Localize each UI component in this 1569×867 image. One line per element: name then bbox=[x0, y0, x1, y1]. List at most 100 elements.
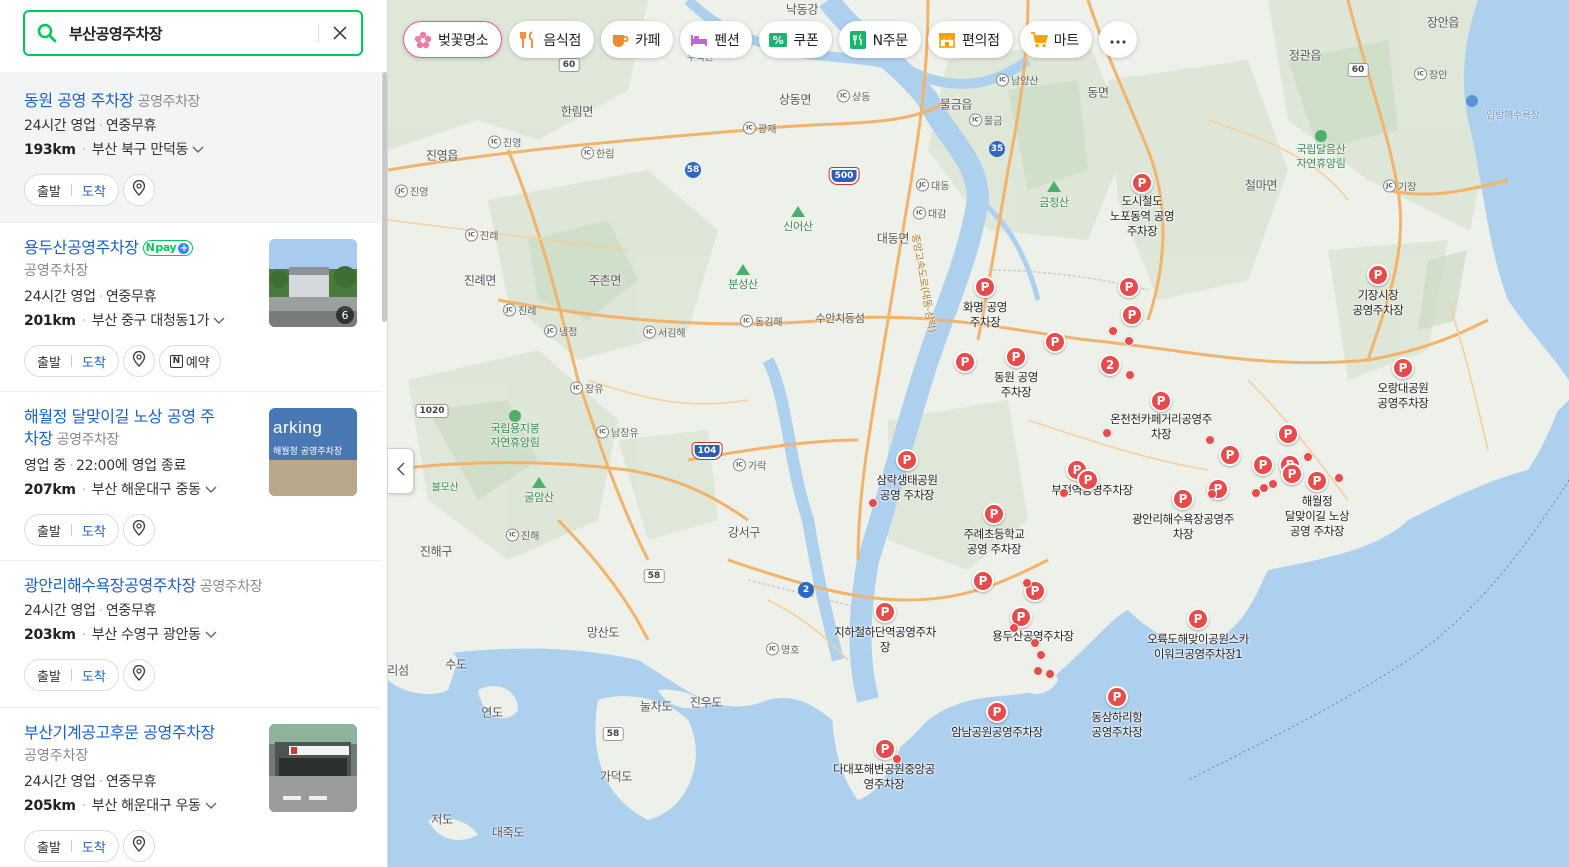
route-button[interactable]: 출발 도착 bbox=[24, 174, 119, 206]
parking-dot[interactable] bbox=[1030, 638, 1040, 648]
result-distance-row[interactable]: 203km · 부산 수영구 광안동 bbox=[24, 625, 357, 645]
parking-pin[interactable]: P bbox=[983, 503, 1005, 525]
parking-pin[interactable]: P bbox=[986, 701, 1008, 723]
parking-dot[interactable] bbox=[868, 498, 878, 508]
parking-pin[interactable]: P bbox=[1106, 686, 1128, 708]
cluster-pin[interactable]: 2 bbox=[1099, 354, 1121, 376]
result-item[interactable]: 동원 공영 주차장 공영주차장 24시간 영업 · 연중무휴 193km · 부산 북구 … bbox=[0, 72, 381, 223]
result-distance-row[interactable]: 207km · 부산 해운대구 중동 bbox=[24, 480, 241, 500]
map-pin-button[interactable] bbox=[122, 345, 155, 377]
result-photo[interactable] bbox=[269, 724, 357, 812]
map-pin-button[interactable] bbox=[122, 174, 155, 206]
parking-dot[interactable] bbox=[1033, 666, 1043, 676]
result-name-link[interactable]: 부산기계공고후문 공영주차장 bbox=[24, 723, 215, 742]
chip-convenience-store[interactable]: 편의점 bbox=[927, 21, 1013, 58]
chevron-down-icon[interactable] bbox=[192, 146, 204, 154]
result-item[interactable]: 해월정 달맞이길 노상 공영 주 차장 공영주차장 영업 중 · 22:00에 영업 종… bbox=[0, 392, 381, 561]
parking-dot[interactable] bbox=[1022, 578, 1032, 588]
parking-pin[interactable]: P bbox=[1131, 172, 1153, 194]
parking-dot[interactable] bbox=[1124, 336, 1134, 346]
list-scrollbar[interactable] bbox=[382, 72, 387, 322]
result-item[interactable]: 부산기계공고후문 공영주차장 공영주차장 24시간 영업 · 연중무휴 205km ·… bbox=[0, 708, 381, 867]
chip-cherry-blossom[interactable]: 벚꽃명소 bbox=[403, 21, 503, 58]
chip-mart[interactable]: 마트 bbox=[1019, 21, 1092, 58]
arrive-button[interactable]: 도착 bbox=[82, 666, 106, 685]
parking-dot[interactable] bbox=[1207, 489, 1217, 499]
chip-coupon[interactable]: % 쿠폰 bbox=[759, 21, 832, 58]
result-distance-row[interactable]: 193km · 부산 북구 만덕동 bbox=[24, 140, 357, 160]
parking-pin[interactable]: P bbox=[1219, 444, 1241, 466]
chevron-down-icon[interactable] bbox=[205, 486, 217, 494]
parking-pin[interactable]: P bbox=[1044, 331, 1066, 353]
result-photo[interactable]: 6 bbox=[269, 239, 357, 327]
map-pin-button[interactable] bbox=[122, 830, 155, 862]
parking-dot[interactable] bbox=[1102, 428, 1112, 438]
chip-cafe[interactable]: 카페 bbox=[601, 21, 674, 58]
map-pin-button[interactable] bbox=[122, 514, 155, 546]
result-name-link[interactable]: 동원 공영 주차장 bbox=[24, 91, 134, 110]
chevron-down-icon[interactable] bbox=[213, 317, 225, 325]
arrive-button[interactable]: 도착 bbox=[82, 181, 106, 200]
parking-dot[interactable] bbox=[1205, 435, 1215, 445]
route-button[interactable]: 출발 도착 bbox=[24, 830, 119, 862]
parking-pin[interactable]: P bbox=[874, 601, 896, 623]
parking-dot[interactable] bbox=[1009, 623, 1019, 633]
route-button[interactable]: 출발 도착 bbox=[24, 345, 119, 377]
parking-pin[interactable]: P bbox=[1277, 423, 1299, 445]
result-name-link[interactable]: 해월정 달맞이길 노상 공영 주 차장 bbox=[24, 407, 215, 448]
parking-dot[interactable] bbox=[1251, 488, 1261, 498]
map-pin-button[interactable] bbox=[122, 659, 155, 691]
parking-pin[interactable]: P bbox=[1121, 304, 1143, 326]
search-box[interactable]: 부산공영주차장 bbox=[23, 10, 363, 56]
route-button[interactable]: 출발 도착 bbox=[24, 659, 119, 691]
parking-pin[interactable]: P bbox=[1005, 346, 1027, 368]
result-name-link[interactable]: 광안리해수욕장공영주차장 bbox=[24, 576, 196, 595]
depart-button[interactable]: 출발 bbox=[37, 837, 61, 856]
arrive-button[interactable]: 도착 bbox=[82, 352, 106, 371]
parking-pin[interactable]: P bbox=[1392, 357, 1414, 379]
result-photo[interactable]: arking 해월정 공영주차장 bbox=[269, 408, 357, 496]
parking-pin[interactable]: P bbox=[1077, 469, 1099, 491]
parking-pin[interactable]: P bbox=[1306, 470, 1328, 492]
parking-dot[interactable] bbox=[1303, 452, 1313, 462]
parking-dot[interactable] bbox=[1108, 326, 1118, 336]
chip-restaurant[interactable]: 음식점 bbox=[509, 21, 595, 58]
parking-pin[interactable]: P bbox=[1252, 454, 1274, 476]
parking-dot[interactable] bbox=[1036, 650, 1046, 660]
parking-pin[interactable]: P bbox=[1281, 463, 1303, 485]
parking-dot[interactable] bbox=[1125, 370, 1135, 380]
depart-button[interactable]: 출발 bbox=[37, 181, 61, 200]
parking-dot[interactable] bbox=[1334, 473, 1344, 483]
parking-pin[interactable]: P bbox=[1118, 276, 1140, 298]
depart-button[interactable]: 출발 bbox=[37, 666, 61, 685]
parking-pin[interactable]: P bbox=[1172, 488, 1194, 510]
parking-dot[interactable] bbox=[1045, 669, 1055, 679]
result-item[interactable]: 광안리해수욕장공영주차장 공영주차장 24시간 영업 · 연중무휴 203km · 부산 … bbox=[0, 561, 381, 708]
chevron-down-icon[interactable] bbox=[205, 631, 217, 639]
chip-pension[interactable]: 펜션 bbox=[680, 21, 753, 58]
depart-button[interactable]: 출발 bbox=[37, 521, 61, 540]
close-icon[interactable] bbox=[319, 12, 361, 54]
parking-pin[interactable]: P bbox=[1187, 608, 1209, 630]
chevron-down-icon[interactable] bbox=[205, 802, 217, 810]
map-view[interactable]: 낙동강 우직산 상동면 한림면 진영읍 물금읍 동면 정관읍 장안읍 철마면 대… bbox=[388, 0, 1569, 867]
depart-button[interactable]: 출발 bbox=[37, 352, 61, 371]
parking-dot[interactable] bbox=[1268, 479, 1278, 489]
collapse-panel-button[interactable] bbox=[388, 448, 414, 494]
route-button[interactable]: 출발 도착 bbox=[24, 514, 119, 546]
search-input[interactable]: 부산공영주차장 bbox=[69, 23, 318, 44]
parking-pin[interactable]: P bbox=[974, 276, 996, 298]
parking-dot[interactable] bbox=[1059, 488, 1069, 498]
arrive-button[interactable]: 도착 bbox=[82, 837, 106, 856]
parking-pin[interactable]: P bbox=[972, 570, 994, 592]
arrive-button[interactable]: 도착 bbox=[82, 521, 106, 540]
parking-pin[interactable]: P bbox=[1150, 390, 1172, 412]
parking-dot[interactable] bbox=[892, 754, 902, 764]
result-item[interactable]: 용두산공영주차장 Npay + 공영주차장 24시간 영업 · 연중무휴 201km · 부… bbox=[0, 223, 381, 392]
parking-pin[interactable]: P bbox=[896, 449, 918, 471]
reserve-button[interactable]: N 예약 bbox=[158, 345, 221, 377]
result-name-link[interactable]: 용두산공영주차장 bbox=[24, 238, 139, 257]
parking-pin[interactable]: P bbox=[954, 351, 976, 373]
chip-n-order[interactable]: N주문 bbox=[838, 21, 921, 58]
parking-pin[interactable]: P bbox=[1367, 264, 1389, 286]
